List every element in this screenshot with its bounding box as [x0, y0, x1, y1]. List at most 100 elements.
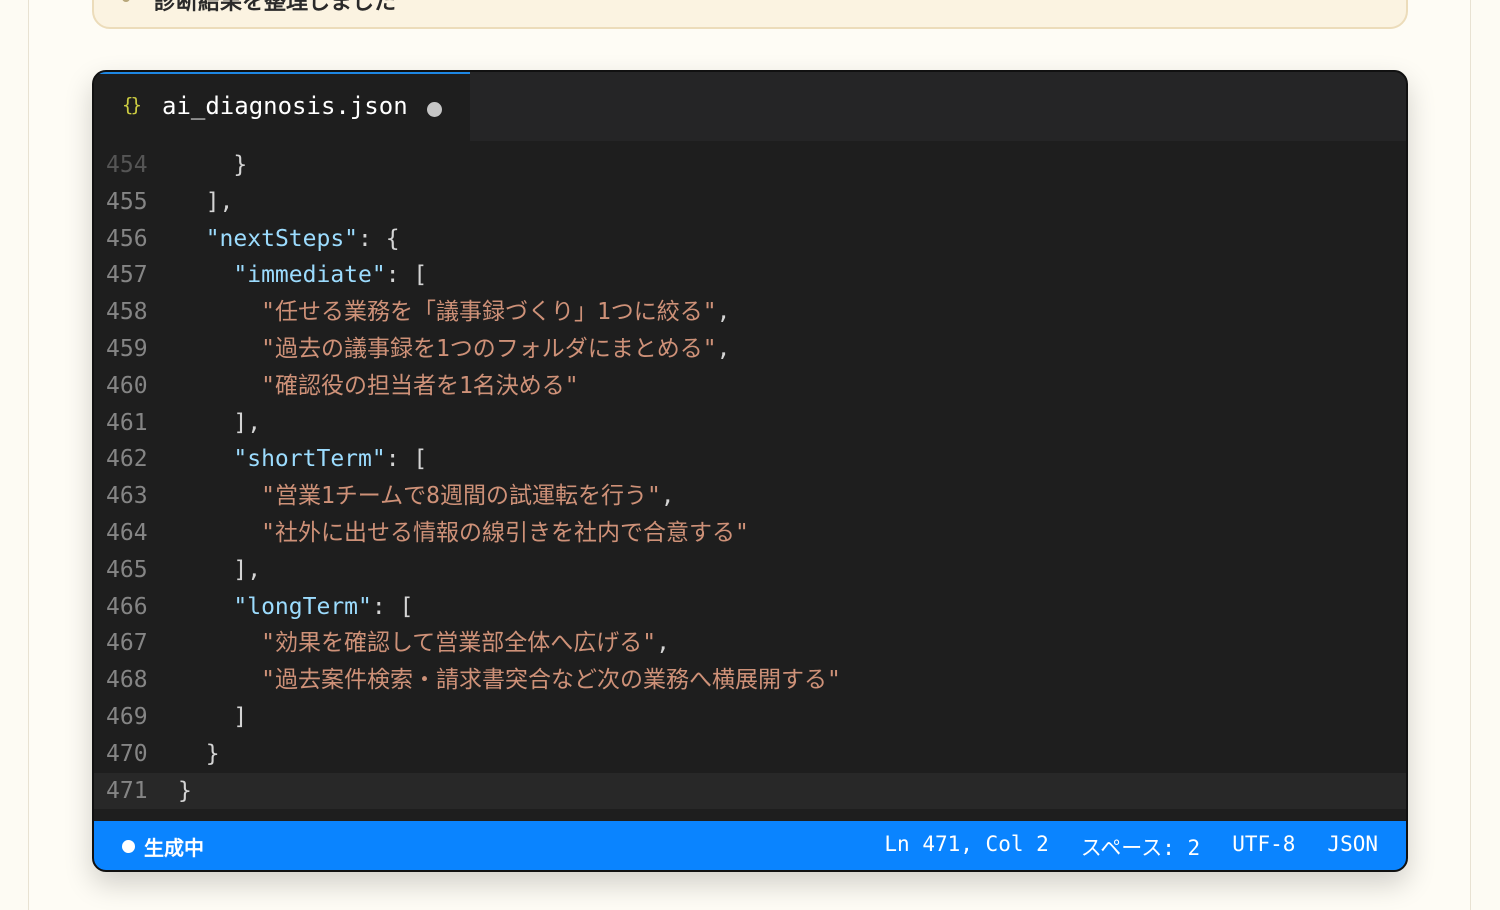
- line-text: }: [178, 736, 220, 773]
- json-punctuation: [178, 226, 206, 252]
- json-punctuation: }: [178, 152, 248, 178]
- code-line[interactable]: 454 }: [94, 147, 1406, 184]
- line-text: ],: [178, 184, 234, 221]
- line-text: "効果を確認して営業部全体へ広げる",: [178, 625, 670, 662]
- line-text: "nextSteps": {: [178, 221, 400, 258]
- code-line[interactable]: 459 "過去の議事録を1つのフォルダにまとめる",: [94, 331, 1406, 368]
- json-punctuation: ],: [178, 556, 262, 583]
- line-text: "過去の議事録を1つのフォルダにまとめる",: [178, 331, 731, 368]
- code-line[interactable]: 458 "任せる業務を「議事録づくり」1つに絞る",: [94, 294, 1406, 331]
- line-number: 471: [106, 777, 148, 804]
- json-punctuation: ,: [716, 299, 731, 326]
- previous-card-text: 診断結果を整理しました: [154, 0, 397, 15]
- line-number: 465: [106, 556, 148, 583]
- json-punctuation: ]: [178, 704, 248, 730]
- tab-filename: ai_diagnosis.json: [162, 92, 408, 120]
- json-punctuation: [178, 373, 261, 399]
- json-punctuation: ],: [178, 188, 234, 215]
- line-text: "確認役の担当者を1名決める": [178, 368, 579, 405]
- code-line[interactable]: 471}: [94, 772, 1406, 810]
- generation-status: 生成中: [144, 836, 204, 860]
- json-string: "過去案件検索・請求書突合など次の業務へ横展開する": [261, 667, 841, 694]
- code-line[interactable]: 470 }: [94, 736, 1406, 773]
- line-text: "任せる業務を「議事録づくり」1つに絞る",: [178, 294, 731, 331]
- json-key: "immediate": [233, 262, 386, 289]
- line-text: ],: [178, 552, 261, 589]
- code-line[interactable]: 467 "効果を確認して営業部全体へ広げる",: [94, 625, 1406, 662]
- json-punctuation: : [: [385, 446, 428, 473]
- json-punctuation: [178, 336, 261, 362]
- language-mode[interactable]: JSON: [1327, 832, 1378, 862]
- code-editor: {} ai_diagnosis.json 454 } 455 ], 456 "nex…: [92, 70, 1408, 872]
- json-string: "営業1チームで8週間の試運転を行う": [261, 483, 661, 510]
- code-line[interactable]: 457 "immediate": [: [94, 257, 1406, 294]
- line-number: 470: [106, 740, 148, 767]
- line-text: "longTerm": [: [178, 589, 413, 626]
- line-number: 454: [106, 152, 148, 178]
- code-line[interactable]: 460 "確認役の担当者を1名決める": [94, 368, 1406, 405]
- code-area[interactable]: 454 } 455 ], 456 "nextSteps": {457 "immedi…: [94, 147, 1406, 810]
- line-number: 469: [106, 704, 148, 730]
- line-number: 455: [106, 188, 148, 215]
- status-dot-icon: [122, 840, 135, 853]
- json-string: "確認役の担当者を1名決める": [261, 372, 579, 399]
- json-punctuation: }: [178, 740, 220, 767]
- tab-bar: {} ai_diagnosis.json: [94, 72, 1406, 141]
- line-number: 456: [106, 225, 148, 252]
- json-file-icon: {}: [122, 94, 142, 116]
- code-line[interactable]: 468 "過去案件検索・請求書突合など次の業務へ横展開する": [94, 662, 1406, 699]
- json-punctuation: [178, 483, 261, 509]
- code-line[interactable]: 465 ],: [94, 552, 1406, 589]
- status-bar: 生成中 Ln 471, Col 2 スペース: 2 UTF-8 JSON: [94, 821, 1406, 870]
- json-punctuation: }: [178, 777, 192, 804]
- json-punctuation: [178, 667, 261, 693]
- json-punctuation: ],: [178, 409, 262, 436]
- line-number: 463: [106, 483, 148, 510]
- code-line[interactable]: 462 "shortTerm": [: [94, 441, 1406, 478]
- line-number: 459: [106, 336, 148, 362]
- json-punctuation: : {: [358, 225, 400, 252]
- code-line[interactable]: 461 ],: [94, 405, 1406, 442]
- line-number: 467: [106, 630, 148, 657]
- json-punctuation: [178, 594, 233, 620]
- code-line[interactable]: 466 "longTerm": [: [94, 589, 1406, 626]
- line-number: 461: [106, 409, 148, 436]
- json-key: "nextSteps": [205, 225, 359, 252]
- line-number: 457: [106, 262, 148, 289]
- status-right-group: Ln 471, Col 2 スペース: 2 UTF-8 JSON: [884, 832, 1378, 862]
- json-punctuation: ,: [656, 630, 670, 657]
- line-number: 468: [106, 667, 148, 694]
- line-number: 466: [106, 593, 148, 620]
- code-line[interactable]: 455 ],: [94, 184, 1406, 221]
- cursor-position[interactable]: Ln 471, Col 2: [884, 832, 1048, 862]
- line-text: }: [178, 773, 192, 810]
- json-punctuation: [178, 520, 261, 546]
- line-text: "shortTerm": [: [178, 441, 427, 478]
- json-key: "shortTerm": [233, 446, 386, 473]
- json-punctuation: [178, 299, 261, 325]
- line-number: 464: [106, 520, 148, 546]
- json-punctuation: ,: [660, 483, 675, 510]
- line-number: 462: [106, 446, 148, 473]
- line-text: "過去案件検索・請求書突合など次の業務へ横展開する": [178, 662, 841, 699]
- code-line[interactable]: 469 ]: [94, 699, 1406, 736]
- code-line[interactable]: 456 "nextSteps": {: [94, 221, 1406, 258]
- indentation-setting[interactable]: スペース: 2: [1081, 832, 1200, 862]
- json-punctuation: [178, 446, 233, 472]
- json-punctuation: : [: [371, 593, 414, 620]
- json-punctuation: ,: [716, 336, 731, 362]
- unsaved-dot-icon[interactable]: [427, 102, 442, 117]
- bullet-icon: [122, 0, 130, 2]
- line-text: ],: [178, 405, 261, 442]
- code-line[interactable]: 464 "社外に出せる情報の線引きを社内で合意する": [94, 515, 1406, 552]
- code-line[interactable]: 463 "営業1チームで8週間の試運転を行う",: [94, 478, 1406, 515]
- tab-ai-diagnosis-json[interactable]: {} ai_diagnosis.json: [94, 72, 470, 141]
- line-number: 458: [106, 299, 148, 326]
- encoding-setting[interactable]: UTF-8: [1232, 832, 1295, 862]
- json-punctuation: [178, 630, 261, 656]
- json-string: "過去の議事録を1つのフォルダにまとめる": [261, 336, 717, 362]
- json-string: "任せる業務を「議事録づくり」1つに絞る": [261, 299, 717, 326]
- line-text: }: [178, 147, 247, 184]
- json-punctuation: : [: [385, 262, 428, 289]
- line-text: "immediate": [: [178, 257, 427, 294]
